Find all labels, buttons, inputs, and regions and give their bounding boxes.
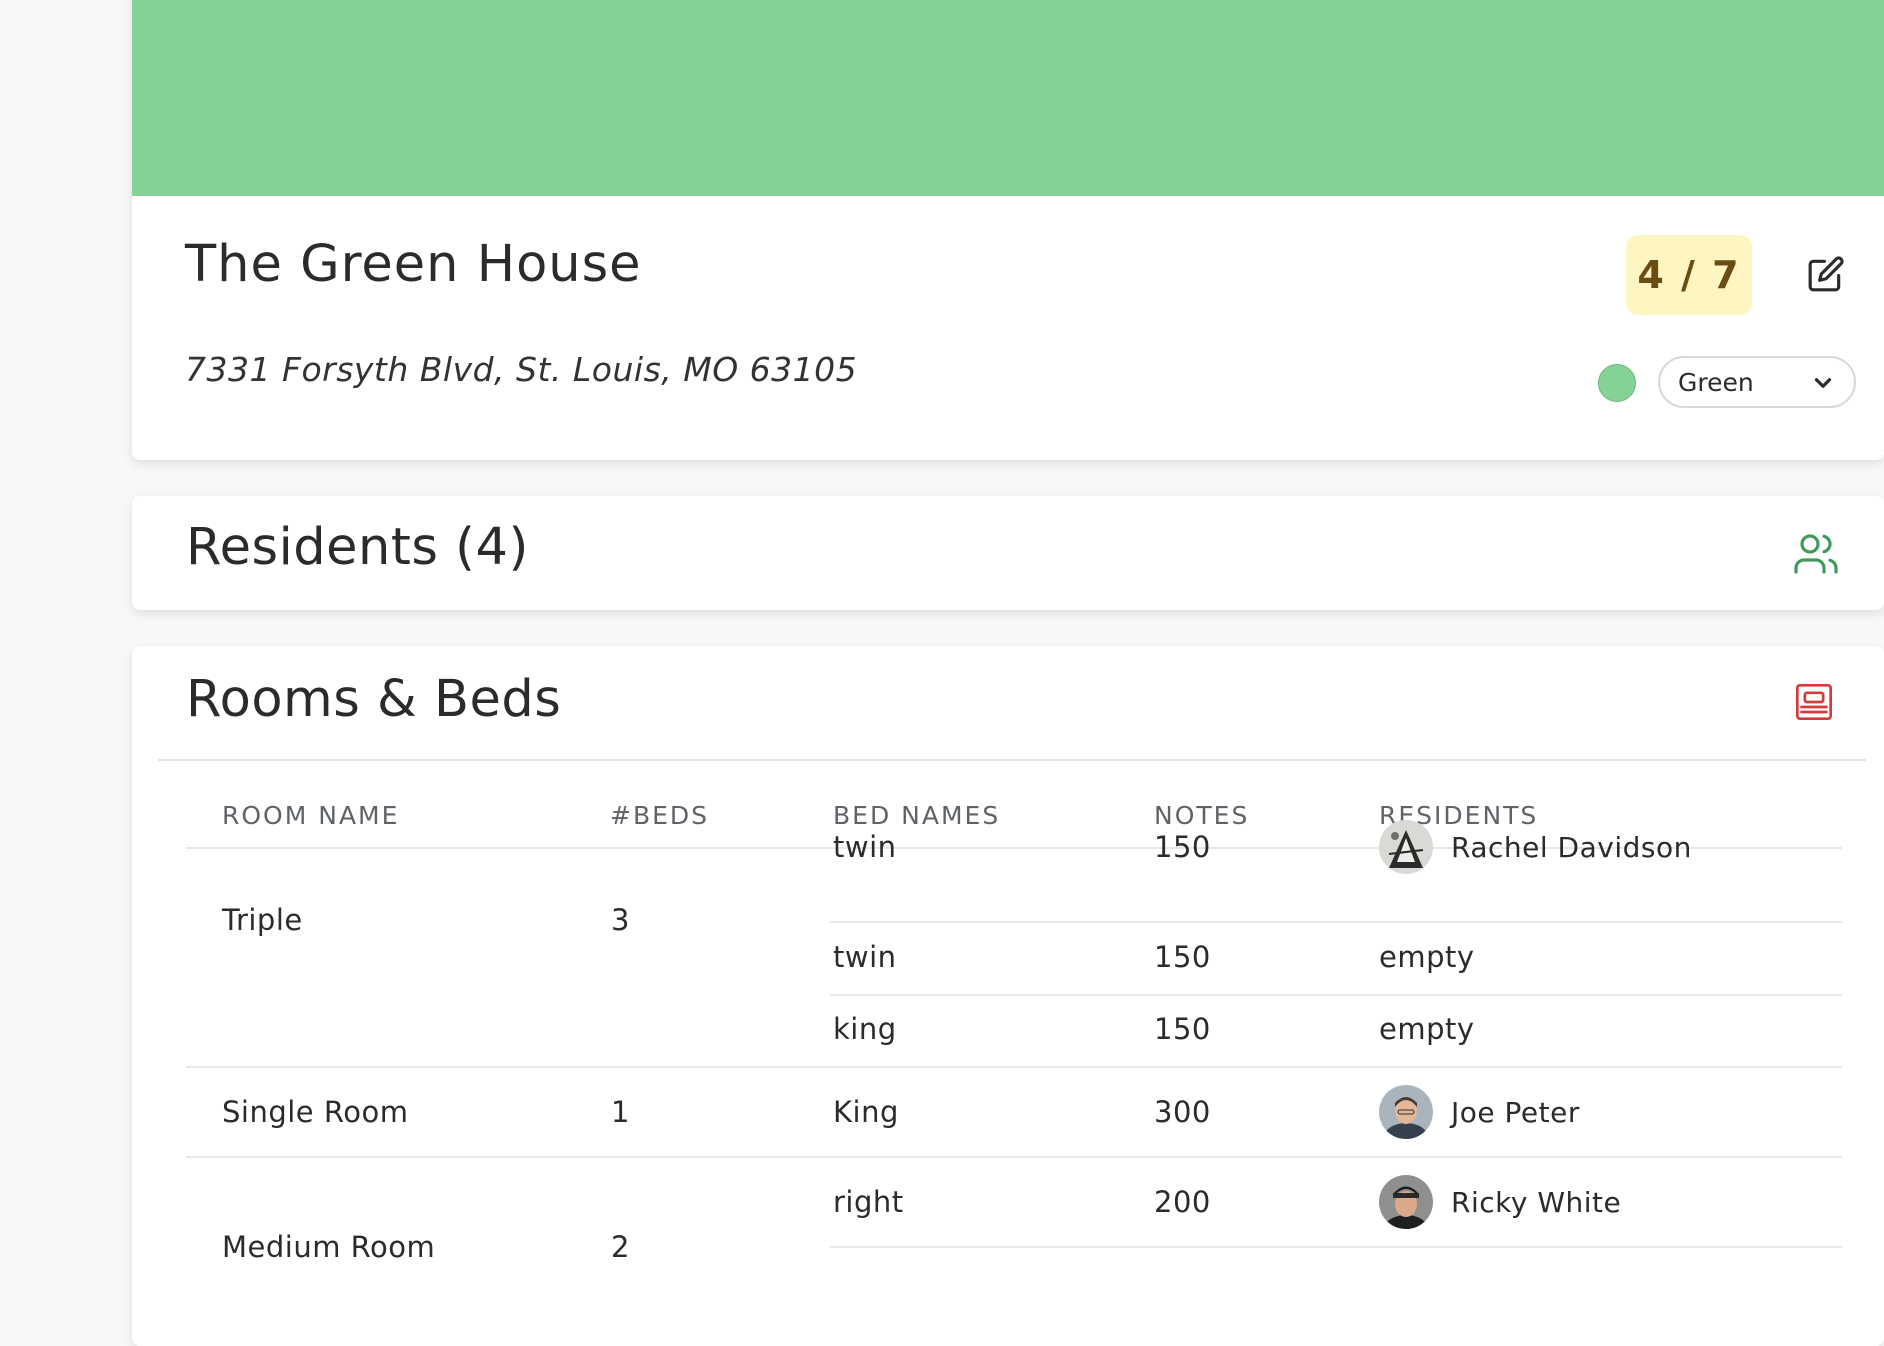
column-header-room-name[interactable]: ROOM NAME — [222, 801, 399, 830]
column-header-bed-names[interactable]: BED NAMES — [833, 801, 1000, 830]
avatar — [1379, 1085, 1433, 1139]
resident-name: Rachel Davidson — [1451, 830, 1692, 864]
occupancy-badge: 4 / 7 — [1626, 235, 1752, 315]
rooms-section-divider — [158, 759, 1866, 761]
house-color-banner — [132, 0, 1884, 196]
row-divider — [186, 1156, 1842, 1158]
room-name: Triple — [222, 903, 303, 937]
chevron-down-icon — [1814, 378, 1832, 388]
bed-name: king — [833, 1012, 897, 1046]
bed-icon[interactable] — [1794, 682, 1834, 722]
avatar — [1379, 820, 1433, 874]
house-color-swatch — [1598, 364, 1636, 402]
residents-section-title: Residents (4) — [186, 518, 529, 577]
rooms-beds-card: Rooms & Beds ROOM NAME #BEDS BED NAMES N… — [132, 646, 1884, 1346]
bed-notes: 200 — [1154, 1185, 1211, 1219]
bed-resident[interactable]: Ricky White — [1379, 1175, 1621, 1229]
house-title: The Green House — [185, 235, 642, 294]
bed-name: King — [833, 1095, 899, 1129]
house-detail-page: The Green House 7331 Forsyth Blvd, St. L… — [132, 0, 1884, 1346]
column-header-notes[interactable]: NOTES — [1154, 801, 1249, 830]
room-beds-count: 2 — [611, 1230, 630, 1264]
rooms-section-title: Rooms & Beds — [186, 670, 562, 729]
bed-divider — [830, 921, 1842, 923]
bed-resident-empty: empty — [1379, 940, 1475, 974]
bed-name: twin — [833, 830, 897, 864]
avatar — [1379, 1175, 1433, 1229]
resident-name: Joe Peter — [1451, 1095, 1580, 1129]
bed-name: right — [833, 1185, 904, 1219]
bed-divider — [830, 994, 1842, 996]
residents-card[interactable]: Residents (4) — [132, 496, 1884, 610]
bed-notes: 150 — [1154, 1012, 1211, 1046]
bed-notes: 300 — [1154, 1095, 1211, 1129]
house-card: The Green House 7331 Forsyth Blvd, St. L… — [132, 0, 1884, 460]
column-header-beds[interactable]: #BEDS — [610, 801, 709, 830]
room-name: Medium Room — [222, 1230, 436, 1264]
room-beds-count: 1 — [611, 1095, 630, 1129]
bed-resident-empty: empty — [1379, 1012, 1475, 1046]
users-icon[interactable] — [1792, 530, 1840, 578]
room-beds-count: 3 — [611, 903, 630, 937]
bed-name: twin — [833, 940, 897, 974]
bed-resident[interactable]: Rachel Davidson — [1379, 820, 1692, 874]
house-color-select-value: Green — [1678, 367, 1754, 397]
row-divider — [186, 1066, 1842, 1068]
bed-notes: 150 — [1154, 830, 1211, 864]
house-address: 7331 Forsyth Blvd, St. Louis, MO 63105 — [185, 350, 858, 389]
bed-resident[interactable]: Joe Peter — [1379, 1085, 1580, 1139]
bed-notes: 150 — [1154, 940, 1211, 974]
edit-icon — [1808, 256, 1844, 292]
edit-house-button[interactable] — [1794, 242, 1858, 306]
resident-name: Ricky White — [1451, 1185, 1622, 1219]
room-name: Single Room — [222, 1095, 409, 1129]
bed-divider — [830, 1246, 1842, 1248]
house-color-select[interactable]: Green — [1658, 356, 1856, 408]
